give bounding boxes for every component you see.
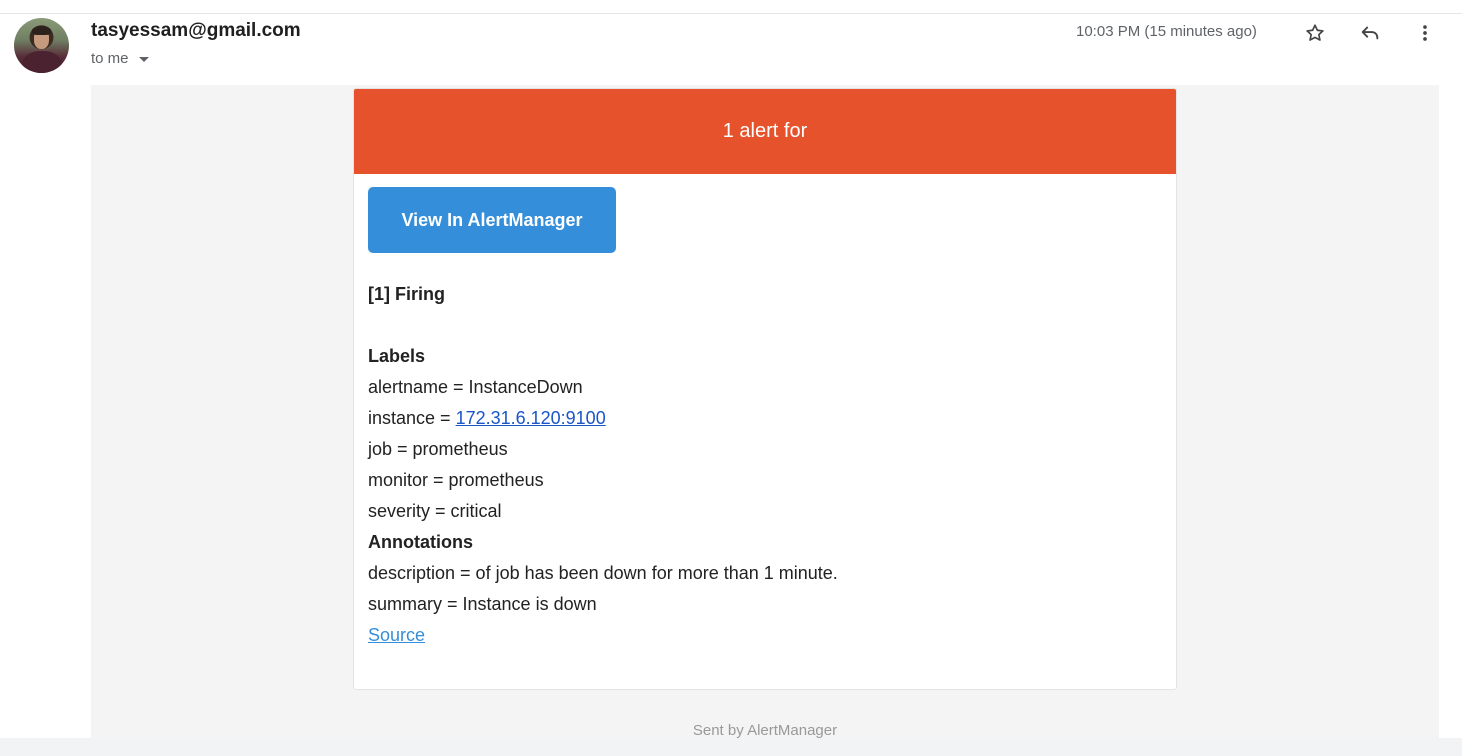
email-timestamp: 10:03 PM (15 minutes ago) <box>1076 23 1257 40</box>
avatar-hair <box>32 26 51 35</box>
label-job: job = prometheus <box>368 439 508 459</box>
annotations-title: Annotations <box>368 532 473 552</box>
source-line: Source <box>368 620 1158 651</box>
alert-header-text: 1 alert for <box>722 120 808 142</box>
avatar-body <box>22 51 62 73</box>
star-button[interactable] <box>1300 18 1330 48</box>
star-icon <box>1306 24 1324 41</box>
label-alertname: alertname = InstanceDown <box>368 377 583 397</box>
reply-button[interactable] <box>1355 18 1385 48</box>
top-divider <box>0 13 1462 14</box>
sender-email[interactable]: tasyessam@gmail.com <box>91 20 301 42</box>
more-vert-icon <box>1423 25 1427 41</box>
recipient-label: to me <box>91 50 129 67</box>
recipient-details-toggle[interactable]: to me <box>91 50 149 67</box>
view-in-alertmanager-button[interactable]: View In AlertManager <box>368 187 616 253</box>
sender-avatar[interactable] <box>14 18 69 73</box>
annotation-description: description = of job has been down for m… <box>368 563 838 583</box>
alert-content: [1] Firing Labels alertname = InstanceDo… <box>368 279 1158 651</box>
source-link[interactable]: Source <box>368 625 425 645</box>
instance-link[interactable]: 172.31.6.120:9100 <box>456 408 606 428</box>
label-monitor: monitor = prometheus <box>368 470 544 490</box>
alertmanager-footer: Sent by AlertManager <box>692 722 838 738</box>
label-severity: severity = critical <box>368 501 502 521</box>
email-body: 1 alert for View In AlertManager [1] Fir… <box>91 85 1439 738</box>
alert-card: 1 alert for View In AlertManager [1] Fir… <box>353 88 1177 690</box>
annotation-summary: summary = Instance is down <box>368 594 597 614</box>
labels-title: Labels <box>368 346 426 366</box>
bottom-band <box>0 738 1462 756</box>
label-instance: instance = 172.31.6.120:9100 <box>368 403 1158 434</box>
reply-icon <box>1361 26 1379 40</box>
alert-header: 1 alert for <box>354 89 1176 174</box>
label-instance-prefix: instance = <box>368 408 456 428</box>
chevron-down-icon <box>138 57 149 62</box>
firing-title: [1] Firing <box>368 284 445 304</box>
more-options-button[interactable] <box>1410 18 1440 48</box>
